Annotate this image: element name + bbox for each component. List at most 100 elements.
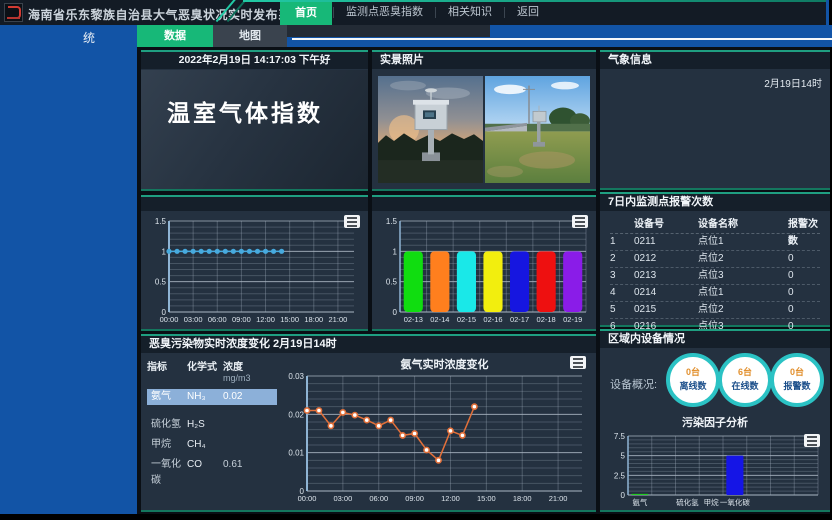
svg-text:氨气: 氨气 — [632, 497, 647, 507]
svg-text:00:00: 00:00 — [298, 494, 317, 503]
online-status-chart: 00.511.500:0003:0006:0009:0012:0015:0018… — [143, 211, 366, 327]
svg-text:02-17: 02-17 — [510, 315, 529, 324]
pollutant-table-header: 指标 化学式 浓度mg/m3 — [147, 358, 277, 383]
chart-menu-icon[interactable] — [572, 215, 588, 228]
svg-text:02-19: 02-19 — [563, 315, 582, 324]
panel-greeting: 2022年2月19日 14:17:03 下午好 温室气体指数 — [141, 50, 368, 191]
pollutant-row-CO[interactable]: 一氧化碳CO0.61 — [147, 457, 277, 473]
tab-data[interactable]: 数据 — [137, 25, 213, 47]
panel-photos: 实景照片 — [372, 50, 596, 191]
title-wrap-char: 统 — [83, 29, 95, 46]
device-stat-circle: 6台在线数 — [718, 353, 772, 407]
nav-separator — [333, 7, 334, 18]
svg-text:0: 0 — [621, 491, 626, 500]
svg-text:一氧化碳: 一氧化碳 — [720, 497, 750, 507]
svg-text:氨气实时浓度变化: 氨气实时浓度变化 — [401, 357, 489, 371]
svg-text:03:00: 03:00 — [184, 315, 203, 324]
ammonia-trend-chart: 00.010.020.0300:0003:0006:0009:0012:0015… — [277, 354, 592, 506]
svg-text:0.03: 0.03 — [288, 372, 304, 381]
svg-text:7.5: 7.5 — [614, 432, 626, 441]
pollution-analysis-title: 污染因子分析 — [602, 414, 828, 430]
left-sidebar — [0, 47, 137, 514]
title-wrap-strip: 统 — [0, 25, 137, 47]
svg-text:02-13: 02-13 — [404, 315, 423, 324]
panel-daily-index-chart: 00.511.502-1302-1402-1502-1602-1702-1802… — [372, 195, 596, 331]
site-photo-sunset — [378, 76, 483, 183]
chart-menu-icon[interactable] — [344, 215, 360, 228]
devices-body: 设备概况: 0台离线数6台在线数0台报警数 污染因子分析 02.557.5氨气硫… — [602, 348, 828, 510]
nav-item-odor-index[interactable]: 监测点恶臭指数 — [335, 0, 434, 25]
site-photo-field — [485, 76, 590, 183]
nav-item-knowledge[interactable]: 相关知识 — [437, 0, 503, 25]
alarm-panel-title: 7日内监测点报警次数 — [600, 194, 830, 211]
svg-text:21:00: 21:00 — [549, 494, 568, 503]
headline-text: 温室气体指数 — [167, 94, 323, 128]
pollutant-row-NH₃[interactable]: 氨气NH₃0.02 — [147, 389, 277, 405]
alarm-table-row: 20212点位20 — [610, 251, 820, 268]
svg-text:18:00: 18:00 — [513, 494, 532, 503]
tab-map[interactable]: 地图 — [213, 25, 287, 47]
svg-text:15:00: 15:00 — [477, 494, 496, 503]
photos-panel-title: 实景照片 — [372, 52, 596, 69]
tab-bar-filler — [287, 25, 832, 47]
device-stat-circle: 0台报警数 — [770, 353, 824, 407]
dashboard-app: 海南省乐东黎族自治县大气恶臭状况实时发布系 首页 监测点恶臭指数 相关知识 返回… — [0, 0, 832, 520]
svg-text:0.5: 0.5 — [386, 278, 398, 287]
nav-item-back[interactable]: 返回 — [506, 0, 550, 25]
svg-text:0.5: 0.5 — [155, 278, 167, 287]
svg-text:甲烷: 甲烷 — [704, 497, 719, 507]
svg-text:1: 1 — [393, 247, 398, 256]
svg-text:00:00: 00:00 — [160, 315, 179, 324]
svg-text:1: 1 — [162, 247, 167, 256]
svg-text:03:00: 03:00 — [333, 494, 352, 503]
device-overview-label: 设备概况: — [610, 376, 657, 392]
svg-text:1.5: 1.5 — [386, 217, 398, 226]
devices-panel-title: 区域内设备情况 — [600, 331, 830, 348]
alarm-table-header: 设备号 设备名称 报警次数 — [610, 216, 820, 234]
alarm-table-row: 50215点位20 — [610, 302, 820, 319]
alarm-table-row: 40214点位10 — [610, 285, 820, 302]
svg-text:09:00: 09:00 — [405, 494, 424, 503]
main-nav: 首页 监测点恶臭指数 相关知识 返回 — [280, 0, 550, 25]
top-header: 海南省乐东黎族自治县大气恶臭状况实时发布系 首页 监测点恶臭指数 相关知识 返回 — [0, 0, 829, 25]
pollutant-analysis-chart: 02.557.5氨气硫化氢甲烷一氧化碳 — [604, 430, 826, 508]
svg-text:15:00: 15:00 — [280, 315, 299, 324]
panel-realtime-pollutants: 恶臭污染物实时浓度变化 2月19日14时 指标 化学式 浓度mg/m3 氨气NH… — [141, 334, 596, 512]
svg-text:02-14: 02-14 — [430, 315, 449, 324]
svg-text:12:00: 12:00 — [256, 315, 275, 324]
pollutant-row-CH₄[interactable]: 甲烷CH₄ — [147, 437, 277, 453]
app-logo-icon — [4, 3, 23, 22]
nav-separator — [504, 7, 505, 18]
alarm-table-row: 10211点位10 — [610, 234, 820, 251]
alarm-table: 设备号 设备名称 报警次数 10211点位1020212点位2030213点位3… — [610, 216, 820, 336]
tab-bar: 统 数据 地图 — [0, 25, 832, 47]
svg-text:09:00: 09:00 — [232, 315, 251, 324]
datetime-bar: 2022年2月19日 14:17:03 下午好 — [141, 52, 368, 69]
svg-text:21:00: 21:00 — [329, 315, 348, 324]
panel-alarm-table: 7日内监测点报警次数 设备号 设备名称 报警次数 10211点位1020212点… — [600, 192, 830, 327]
daily-index-chart: 00.511.502-1302-1402-1502-1602-1702-1802… — [374, 211, 594, 327]
panel-online-status-chart: 00.511.500:0003:0006:0009:0012:0015:0018… — [141, 195, 368, 331]
chart-menu-icon[interactable] — [570, 356, 586, 369]
svg-text:1.5: 1.5 — [155, 217, 167, 226]
panel-devices: 区域内设备情况 设备概况: 0台离线数6台在线数0台报警数 污染因子分析 0 2.… — [600, 329, 830, 512]
weather-panel-title: 气象信息 — [600, 52, 830, 69]
nav-item-home[interactable]: 首页 — [280, 2, 332, 27]
svg-text:06:00: 06:00 — [208, 315, 227, 324]
svg-text:0.02: 0.02 — [288, 410, 304, 419]
svg-text:12:00: 12:00 — [441, 494, 460, 503]
svg-text:硫化氢: 硫化氢 — [676, 497, 699, 507]
svg-text:0.01: 0.01 — [288, 449, 304, 458]
svg-text:02-15: 02-15 — [457, 315, 476, 324]
app-title: 海南省乐东黎族自治县大气恶臭状况实时发布系 — [28, 6, 291, 23]
chart-menu-icon[interactable] — [804, 434, 820, 447]
device-stat-circle: 0台离线数 — [666, 353, 720, 407]
svg-text:2.5: 2.5 — [614, 471, 626, 480]
pollutant-table: 指标 化学式 浓度mg/m3 氨气NH₃0.02 硫化氢H₂S 甲烷CH₄ 一氧化碳C… — [147, 358, 277, 473]
weather-time: 2月19日14时 — [764, 75, 822, 90]
pollutant-row-H₂S[interactable]: 硫化氢H₂S — [147, 417, 277, 433]
svg-text:06:00: 06:00 — [369, 494, 388, 503]
svg-text:0: 0 — [393, 308, 398, 317]
greeting-body: 温室气体指数 — [141, 70, 368, 189]
panel-weather: 气象信息 2月19日14时 — [600, 50, 830, 190]
